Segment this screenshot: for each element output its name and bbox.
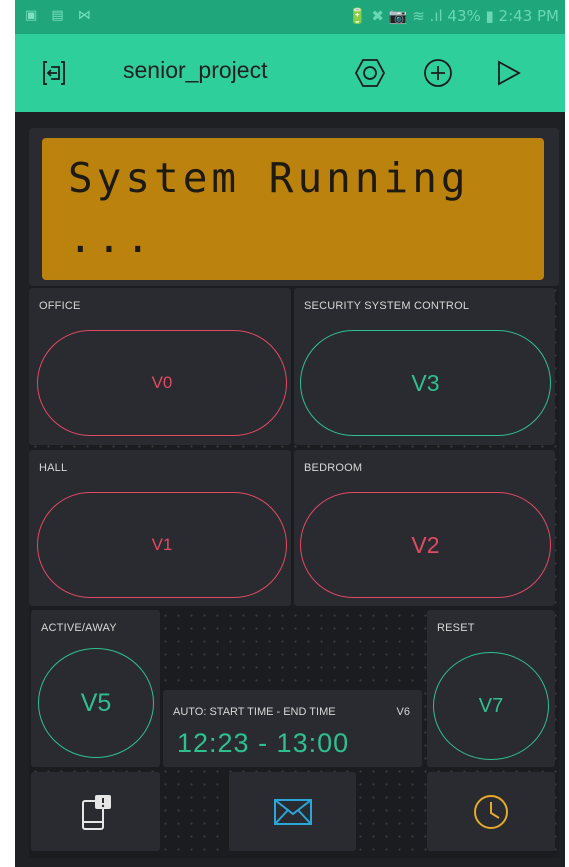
status-bar: ▣ ▤ ⋈ 🔋 ✖ 📷 ≋ .ıl 43% ▮ 2:43 PM (15, 0, 565, 34)
notification-widget[interactable] (31, 772, 160, 851)
hall-pin: V1 (151, 535, 173, 554)
active-away-label: ACTIVE/AWAY (41, 622, 117, 634)
reset-button[interactable]: V7 (433, 652, 549, 760)
active-away-button[interactable]: V5 (38, 648, 154, 758)
security-widget: SECURITY SYSTEM CONTROL V3 (294, 288, 555, 445)
exit-icon[interactable] (37, 56, 71, 90)
time-input-label: AUTO: START TIME - END TIME (173, 706, 336, 718)
app-screen: ▣ ▤ ⋈ 🔋 ✖ 📷 ≋ .ıl 43% ▮ 2:43 PM senior_p… (15, 0, 565, 867)
security-button[interactable]: V3 (300, 330, 551, 436)
bedroom-button[interactable]: V2 (300, 492, 551, 598)
office-button[interactable]: V0 (37, 330, 287, 436)
status-right-info: 🔋 ✖ 📷 ≋ .ıl 43% ▮ 2:43 PM (347, 7, 559, 25)
active-away-pin: V5 (80, 688, 112, 717)
project-title: senior_project (123, 57, 268, 83)
settings-icon[interactable] (353, 56, 387, 90)
security-pin: V3 (411, 369, 440, 396)
time-input-value: 12:23 - 13:00 (177, 728, 350, 758)
hall-button[interactable]: V1 (37, 492, 287, 598)
status-left-icons: ▣ ▤ ⋈ (25, 8, 96, 23)
time-input-pin: V6 (396, 706, 410, 718)
timer-widget[interactable] (427, 772, 555, 851)
notification-icon (31, 772, 160, 851)
app-toolbar: senior_project (15, 34, 565, 112)
play-icon[interactable] (491, 56, 525, 90)
bedroom-pin: V2 (411, 531, 440, 558)
security-label: SECURITY SYSTEM CONTROL (304, 300, 470, 312)
email-widget[interactable] (229, 772, 356, 851)
office-label: OFFICE (39, 300, 81, 312)
active-away-widget: ACTIVE/AWAY V5 (31, 610, 160, 767)
clock-icon (427, 772, 555, 851)
time-input-widget[interactable]: AUTO: START TIME - END TIME V6 12:23 - 1… (163, 690, 422, 767)
bedroom-widget: BEDROOM V2 (294, 450, 555, 606)
email-icon (229, 772, 356, 851)
reset-pin: V7 (478, 694, 504, 717)
hall-label: HALL (39, 462, 68, 474)
lcd-line-1: System Running (68, 154, 470, 202)
bedroom-label: BEDROOM (304, 462, 363, 474)
add-icon[interactable] (421, 56, 455, 90)
hall-widget: HALL V1 (29, 450, 291, 606)
lcd-display: System Running ... (42, 138, 544, 280)
reset-label: RESET (437, 622, 475, 634)
office-widget: OFFICE V0 (29, 288, 291, 445)
reset-widget: RESET V7 (427, 610, 555, 767)
lcd-line-2: ... (68, 214, 155, 262)
office-pin: V0 (151, 373, 173, 392)
